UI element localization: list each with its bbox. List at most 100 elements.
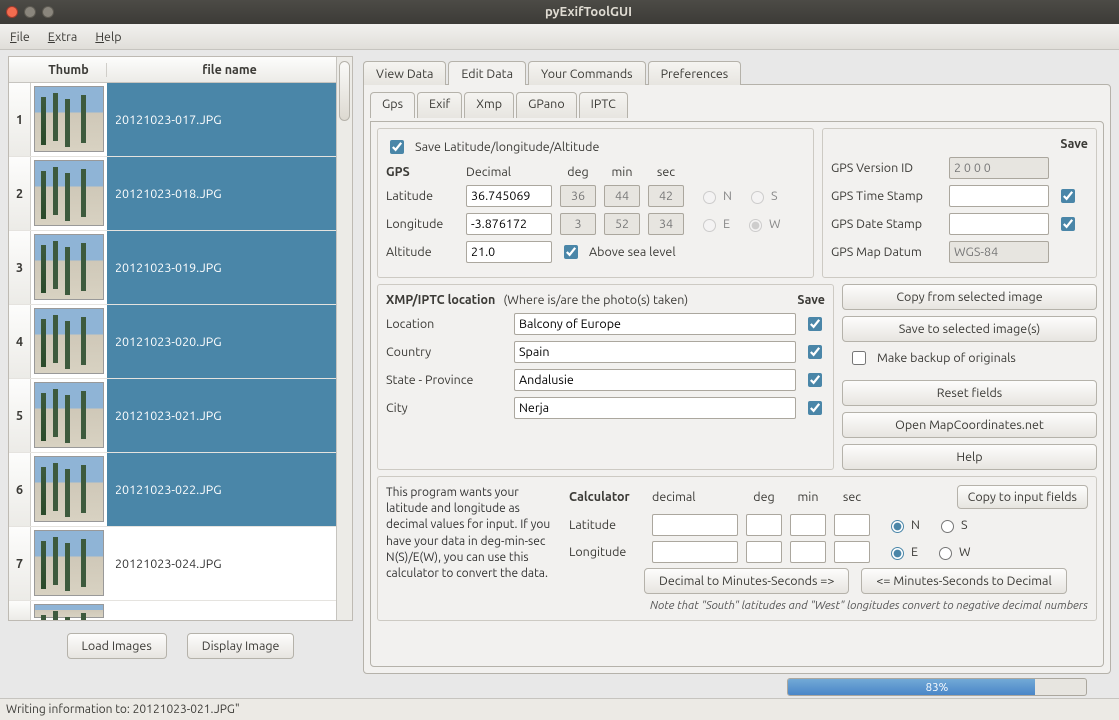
- altitude-input[interactable]: [466, 241, 552, 263]
- thumbnail: [31, 157, 107, 230]
- calc-lon-min[interactable]: [790, 541, 826, 563]
- backup-label: Make backup of originals: [877, 351, 1016, 365]
- copy-to-input-button[interactable]: Copy to input fields: [957, 485, 1088, 509]
- calc-lon-e-radio[interactable]: [891, 547, 904, 560]
- calc-title: Calculator: [569, 490, 644, 504]
- calc-lat-sec[interactable]: [834, 514, 870, 536]
- calc-lat-min[interactable]: [790, 514, 826, 536]
- tab-your-commands[interactable]: Your Commands: [528, 61, 646, 85]
- dms-to-decimal-button[interactable]: <= Minutes-Seconds to Decimal: [861, 568, 1066, 594]
- menu-extra[interactable]: Extra: [48, 30, 78, 44]
- filename-cell: 20121023-017.JPG: [107, 83, 352, 156]
- longitude-label: Longitude: [386, 217, 458, 231]
- save-to-selected-button[interactable]: Save to selected image(s): [842, 316, 1097, 342]
- min-header: min: [604, 165, 640, 179]
- row-index: 5: [9, 379, 31, 452]
- file-table-scrollbar[interactable]: [336, 57, 352, 620]
- filename-cell: 20121023-019.JPG: [107, 231, 352, 304]
- progress-text: 83%: [788, 679, 1086, 695]
- gps-timestamp-input[interactable]: [949, 185, 1049, 207]
- thumbnail: [31, 305, 107, 378]
- main-tabs: View Data Edit Data Your Commands Prefer…: [363, 56, 1111, 84]
- subtab-exif[interactable]: Exif: [417, 92, 462, 118]
- calc-lon-decimal[interactable]: [652, 541, 738, 563]
- help-button[interactable]: Help: [842, 444, 1097, 470]
- gps-timestamp-checkbox[interactable]: [1061, 189, 1075, 203]
- state-checkbox[interactable]: [808, 373, 822, 387]
- location-hint: (Where is/are the photo(s) taken): [503, 293, 688, 307]
- filename-cell: 20121023-018.JPG: [107, 157, 352, 230]
- display-image-button[interactable]: Display Image: [187, 633, 295, 659]
- table-row[interactable]: 420121023-020.JPG: [9, 305, 352, 379]
- gps-version-input: [949, 157, 1049, 179]
- subtab-xmp[interactable]: Xmp: [464, 92, 514, 118]
- window-title: pyExifToolGUI: [64, 5, 1113, 19]
- calc-lat-s-radio[interactable]: [941, 520, 954, 533]
- gps-datestamp-checkbox[interactable]: [1061, 217, 1075, 231]
- calculator-panel: This program wants your latitude and lon…: [377, 476, 1097, 621]
- calc-lon-deg[interactable]: [746, 541, 782, 563]
- calc-deg-header: deg: [746, 490, 782, 504]
- lon-w-radio: [749, 219, 762, 232]
- col-header-thumb[interactable]: Thumb: [31, 63, 107, 77]
- table-row[interactable]: 720121023-024.JPG: [9, 527, 352, 601]
- location-checkbox[interactable]: [808, 317, 822, 331]
- latitude-label: Latitude: [386, 189, 458, 203]
- subtab-iptc[interactable]: IPTC: [579, 92, 628, 118]
- longitude-decimal-input[interactable]: [466, 213, 552, 235]
- table-row[interactable]: 220121023-018.JPG: [9, 157, 352, 231]
- thumbnail: [31, 527, 107, 600]
- calc-lat-decimal[interactable]: [652, 514, 738, 536]
- thumbnail: [31, 379, 107, 452]
- gps-datum-label: GPS Map Datum: [831, 245, 941, 259]
- filename-cell: 20121023-022.JPG: [107, 453, 352, 526]
- country-input[interactable]: [514, 341, 796, 363]
- file-table: Thumb file name 120121023-017.JPG2201210…: [8, 56, 353, 621]
- calc-lon-w-radio[interactable]: [939, 547, 952, 560]
- subtab-gps[interactable]: Gps: [370, 92, 415, 118]
- latitude-min: [604, 185, 640, 207]
- city-input[interactable]: [514, 397, 796, 419]
- location-save-header: Save: [797, 293, 825, 307]
- latitude-decimal-input[interactable]: [466, 185, 552, 207]
- table-row[interactable]: 3 20121023-019.JPG: [9, 231, 352, 305]
- city-checkbox[interactable]: [808, 401, 822, 415]
- row-index: 6: [9, 453, 31, 526]
- calc-lon-sec[interactable]: [834, 541, 870, 563]
- state-input[interactable]: [514, 369, 796, 391]
- sec-header: sec: [648, 165, 684, 179]
- col-header-filename[interactable]: file name: [107, 63, 352, 77]
- calc-dec-header: decimal: [652, 490, 738, 504]
- above-sealevel-checkbox[interactable]: [564, 245, 578, 259]
- table-row[interactable]: 120121023-017.JPG: [9, 83, 352, 157]
- decimal-to-dms-button[interactable]: Decimal to Minutes-Seconds =>: [644, 568, 849, 594]
- tab-preferences[interactable]: Preferences: [648, 61, 742, 85]
- save-lla-checkbox[interactable]: [390, 140, 404, 154]
- load-images-button[interactable]: Load Images: [67, 633, 167, 659]
- tab-edit-data[interactable]: Edit Data: [448, 61, 526, 85]
- row-index: 3: [9, 231, 31, 304]
- calc-min-header: min: [790, 490, 826, 504]
- copy-from-selected-button[interactable]: Copy from selected image: [842, 284, 1097, 310]
- maximize-icon[interactable]: [42, 6, 54, 18]
- menu-help[interactable]: Help: [95, 30, 121, 44]
- country-checkbox[interactable]: [808, 345, 822, 359]
- backup-checkbox[interactable]: [852, 351, 866, 365]
- open-mapcoordinates-button[interactable]: Open MapCoordinates.net: [842, 412, 1097, 438]
- progress-bar: 83%: [787, 678, 1087, 696]
- calc-lat-deg[interactable]: [746, 514, 782, 536]
- reset-fields-button[interactable]: Reset fields: [842, 380, 1097, 406]
- close-icon[interactable]: [6, 6, 18, 18]
- menu-file[interactable]: File: [10, 30, 30, 44]
- minimize-icon[interactable]: [24, 6, 36, 18]
- city-label: City: [386, 401, 506, 415]
- table-row[interactable]: 6 20121023-022.JPG: [9, 453, 352, 527]
- subtab-gpano[interactable]: GPano: [516, 92, 577, 118]
- location-input[interactable]: [514, 313, 796, 335]
- calc-lat-n-radio[interactable]: [891, 520, 904, 533]
- gps-datestamp-input[interactable]: [949, 213, 1049, 235]
- table-row[interactable]: 520121023-021.JPG: [9, 379, 352, 453]
- save-lla-label: Save Latitude/longitude/Altitude: [415, 140, 599, 154]
- tab-view-data[interactable]: View Data: [363, 61, 446, 85]
- gps-datestamp-label: GPS Date Stamp: [831, 217, 941, 231]
